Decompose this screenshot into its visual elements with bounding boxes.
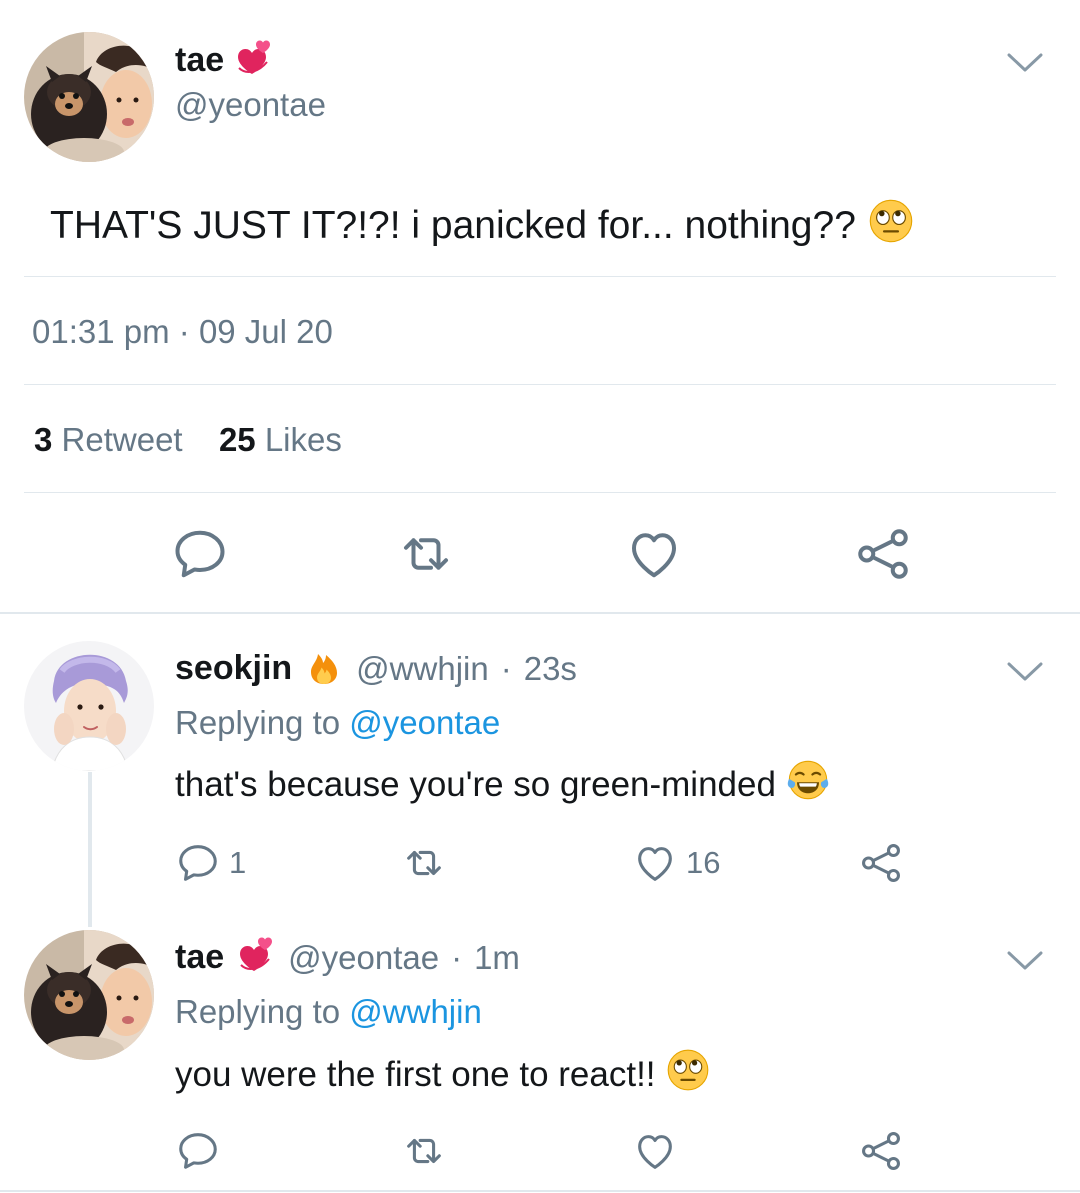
share-icon bbox=[857, 840, 905, 886]
display-name[interactable]: tae bbox=[175, 41, 224, 80]
retweet-button[interactable] bbox=[394, 524, 458, 584]
retweet-icon bbox=[398, 1128, 450, 1174]
section-divider bbox=[0, 612, 1080, 614]
engagement-stats: 3 Retweet 25 Likes bbox=[34, 421, 342, 459]
bottom-divider bbox=[0, 1190, 1080, 1192]
share-button[interactable] bbox=[857, 1128, 905, 1174]
share-button[interactable] bbox=[852, 524, 914, 584]
reply-icon bbox=[170, 524, 230, 584]
like-button[interactable] bbox=[624, 524, 684, 584]
reply-text-row: that's because you're so green-minded bbox=[175, 758, 830, 811]
tweet-time: 01:31 pm bbox=[32, 313, 170, 350]
reply-icon bbox=[175, 1128, 221, 1174]
display-name[interactable]: tae bbox=[175, 938, 224, 977]
reply-text: you were the first one to react!! bbox=[175, 1054, 656, 1094]
retweet-button[interactable] bbox=[398, 1128, 450, 1174]
tweet-text-row: THAT'S JUST IT?!?! i panicked for... not… bbox=[50, 198, 914, 254]
reply-age: 23s bbox=[523, 649, 577, 687]
revolving-hearts-icon bbox=[234, 38, 274, 83]
reply-button[interactable]: 1 bbox=[175, 840, 246, 886]
replying-to: Replying to @wwhjin bbox=[175, 993, 482, 1031]
share-icon bbox=[857, 1128, 905, 1174]
face-rolling-eyes-icon bbox=[666, 1048, 710, 1101]
divider bbox=[24, 384, 1056, 385]
reply-text: that's because you're so green-minded bbox=[175, 764, 776, 804]
replying-to-link[interactable]: @wwhjin bbox=[349, 993, 482, 1030]
share-button[interactable] bbox=[857, 840, 905, 886]
replying-to: Replying to @yeontae bbox=[175, 704, 500, 742]
retweets-count: 3 bbox=[34, 421, 53, 458]
author-handle[interactable]: @yeontae bbox=[175, 86, 326, 124]
like-button[interactable]: 16 bbox=[632, 840, 720, 886]
display-name[interactable]: seokjin bbox=[175, 649, 292, 688]
tweet-date: 09 Jul 20 bbox=[198, 313, 333, 350]
fire-icon bbox=[304, 646, 344, 691]
revolving-hearts-icon bbox=[236, 935, 276, 980]
tweet-text: THAT'S JUST IT?!?! i panicked for... not… bbox=[50, 204, 856, 247]
face-with-tears-of-joy-icon bbox=[786, 758, 830, 811]
avatar[interactable] bbox=[24, 32, 154, 162]
likes-count: 25 bbox=[218, 421, 256, 458]
face-rolling-eyes-icon bbox=[868, 198, 914, 254]
heart-icon bbox=[632, 840, 678, 886]
retweet-icon bbox=[398, 840, 450, 886]
like-button[interactable] bbox=[632, 1128, 678, 1174]
separator-dot: · bbox=[451, 938, 463, 976]
replying-label: Replying to bbox=[175, 993, 341, 1030]
retweets-stat[interactable]: 3 Retweet bbox=[34, 421, 183, 458]
chevron-down-icon[interactable] bbox=[1003, 946, 1047, 976]
reply-button[interactable] bbox=[170, 524, 230, 584]
author-row: tae bbox=[175, 38, 274, 83]
author-handle[interactable]: @wwhjin bbox=[356, 650, 489, 688]
reply-button[interactable] bbox=[175, 1128, 221, 1174]
author-row: seokjin @wwhjin · 23s bbox=[175, 646, 577, 691]
heart-icon bbox=[632, 1128, 678, 1174]
separator-dot: · bbox=[500, 649, 512, 687]
avatar[interactable] bbox=[24, 930, 154, 1060]
likes-label: Likes bbox=[264, 421, 342, 458]
chevron-down-icon[interactable] bbox=[1003, 48, 1047, 78]
reply-count: 1 bbox=[229, 845, 247, 880]
retweets-label: Retweet bbox=[61, 421, 183, 458]
timestamp: 01:31 pm · 09 Jul 20 bbox=[32, 313, 333, 351]
author-row: tae @yeontae · 1m bbox=[175, 935, 520, 980]
reply-icon bbox=[175, 840, 221, 886]
retweet-button[interactable] bbox=[398, 840, 450, 886]
replying-label: Replying to bbox=[175, 704, 341, 741]
author-handle[interactable]: @yeontae bbox=[288, 939, 439, 977]
replying-to-link[interactable]: @yeontae bbox=[349, 704, 500, 741]
separator-dot: · bbox=[178, 313, 190, 350]
share-icon bbox=[852, 524, 914, 584]
reply-text-row: you were the first one to react!! bbox=[175, 1048, 710, 1101]
retweet-icon bbox=[394, 524, 458, 584]
avatar[interactable] bbox=[24, 641, 154, 771]
divider bbox=[24, 276, 1056, 277]
like-count: 16 bbox=[686, 845, 721, 880]
reply-age: 1m bbox=[474, 938, 520, 976]
divider bbox=[24, 492, 1056, 493]
heart-icon bbox=[624, 524, 684, 584]
likes-stat[interactable]: 25 Likes bbox=[219, 421, 342, 458]
chevron-down-icon[interactable] bbox=[1003, 657, 1047, 687]
thread-connector bbox=[88, 772, 92, 927]
